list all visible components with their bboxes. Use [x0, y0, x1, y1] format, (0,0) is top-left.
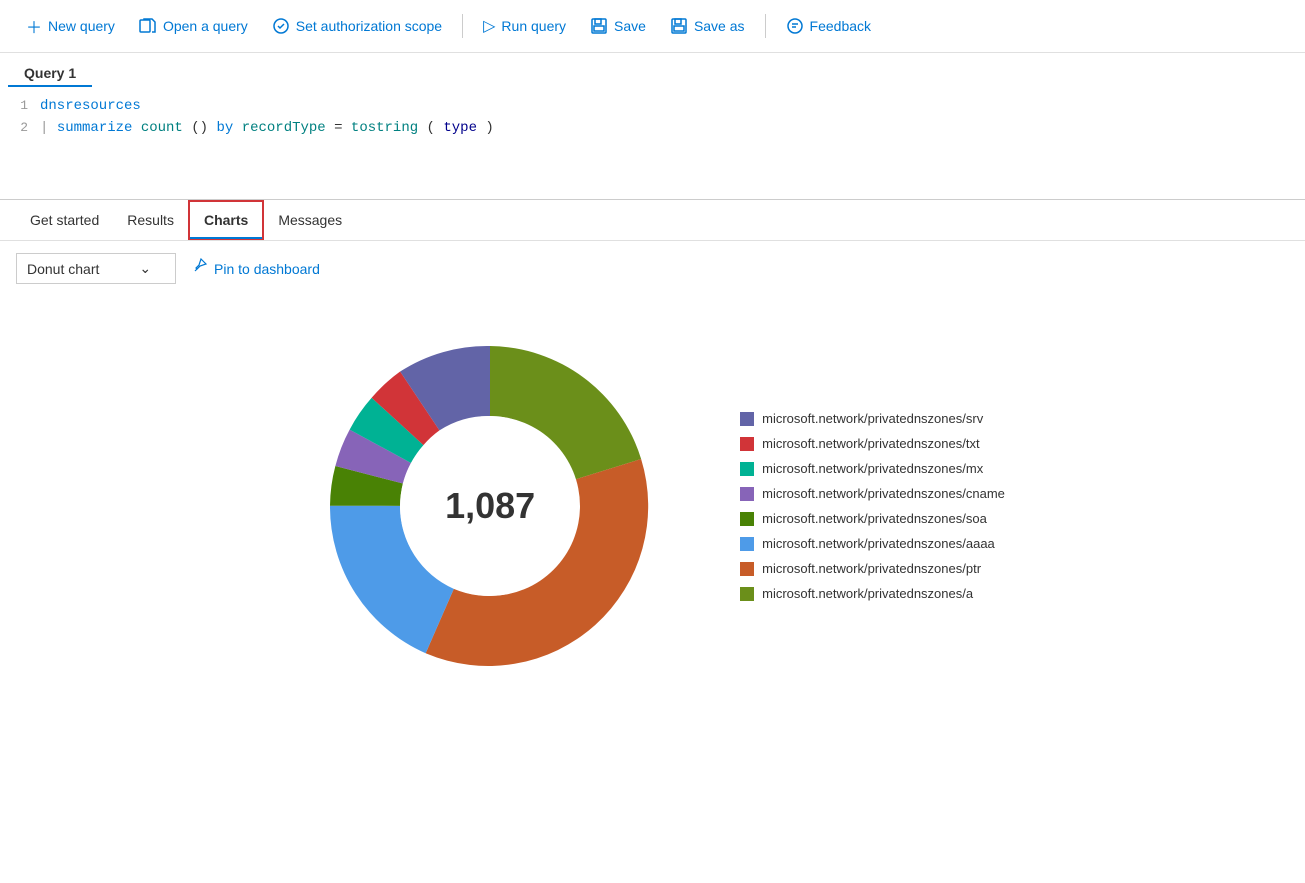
- pin-icon: [192, 258, 208, 279]
- legend-item: microsoft.network/privatednszones/mx: [740, 461, 1005, 476]
- save-as-icon: [670, 17, 688, 35]
- save-icon: [590, 17, 608, 35]
- tabs-bar: Get started Results Charts Messages: [0, 200, 1305, 241]
- separator-2: [765, 14, 766, 38]
- feedback-icon: [786, 17, 804, 35]
- legend-item: microsoft.network/privatednszones/txt: [740, 436, 1005, 451]
- legend-color-swatch: [740, 412, 754, 426]
- new-query-icon: ＋: [26, 14, 42, 38]
- separator-1: [462, 14, 463, 38]
- legend-label: microsoft.network/privatednszones/txt: [762, 436, 979, 451]
- code-line-2: 2 | summarize count () by recordType = t…: [0, 117, 1305, 139]
- chart-legend: microsoft.network/privatednszones/srv mic…: [740, 411, 1005, 601]
- legend-color-swatch: [740, 537, 754, 551]
- code-line-1: 1 dnsresources: [0, 95, 1305, 117]
- tab-charts[interactable]: Charts: [188, 200, 264, 240]
- legend-color-swatch: [740, 487, 754, 501]
- legend-color-swatch: [740, 562, 754, 576]
- save-as-button[interactable]: Save as: [660, 11, 755, 41]
- chart-area: 1,087 microsoft.network/privatednszones/…: [0, 296, 1305, 716]
- query-title: Query 1: [8, 57, 92, 87]
- open-query-button[interactable]: Open a query: [129, 11, 258, 41]
- toolbar: ＋ New query Open a query Set authorizati…: [0, 0, 1305, 53]
- tab-get-started[interactable]: Get started: [16, 202, 113, 238]
- legend-item: microsoft.network/privatednszones/srv: [740, 411, 1005, 426]
- legend-label: microsoft.network/privatednszones/ptr: [762, 561, 981, 576]
- pin-to-dashboard-button[interactable]: Pin to dashboard: [192, 258, 320, 279]
- legend-label: microsoft.network/privatednszones/aaaa: [762, 536, 995, 551]
- donut-chart: 1,087: [300, 316, 680, 696]
- legend-color-swatch: [740, 587, 754, 601]
- legend-label: microsoft.network/privatednszones/a: [762, 586, 973, 601]
- legend-label: microsoft.network/privatednszones/mx: [762, 461, 983, 476]
- legend-item: microsoft.network/privatednszones/ptr: [740, 561, 1005, 576]
- legend-label: microsoft.network/privatednszones/srv: [762, 411, 983, 426]
- legend-color-swatch: [740, 512, 754, 526]
- line-number-1: 1: [0, 95, 40, 117]
- legend-item: microsoft.network/privatednszones/cname: [740, 486, 1005, 501]
- code-text-1: dnsresources: [40, 95, 141, 117]
- legend-item: microsoft.network/privatednszones/soa: [740, 511, 1005, 526]
- tab-results[interactable]: Results: [113, 202, 188, 238]
- chart-controls: Donut chart ⌄ Pin to dashboard: [0, 241, 1305, 296]
- donut-center-value: 1,087: [445, 485, 535, 527]
- code-text-2: | summarize count () by recordType = tos…: [40, 117, 494, 139]
- legend-label: microsoft.network/privatednszones/cname: [762, 486, 1005, 501]
- legend-color-swatch: [740, 437, 754, 451]
- new-query-button[interactable]: ＋ New query: [16, 8, 125, 44]
- legend-color-swatch: [740, 462, 754, 476]
- open-query-icon: [139, 17, 157, 35]
- run-query-icon: ▷: [483, 16, 495, 36]
- feedback-button[interactable]: Feedback: [776, 11, 881, 41]
- line-number-2: 2: [0, 117, 40, 139]
- chevron-down-icon: ⌄: [139, 260, 151, 277]
- chart-type-dropdown[interactable]: Donut chart ⌄: [16, 253, 176, 284]
- set-auth-icon: [272, 17, 290, 35]
- run-query-button[interactable]: ▷ Run query: [473, 10, 576, 42]
- legend-label: microsoft.network/privatednszones/soa: [762, 511, 987, 526]
- save-button[interactable]: Save: [580, 11, 656, 41]
- tab-messages[interactable]: Messages: [264, 202, 356, 238]
- set-auth-button[interactable]: Set authorization scope: [262, 11, 452, 41]
- query-container: Query 1 1 dnsresources 2 | summarize cou…: [0, 53, 1305, 200]
- legend-item: microsoft.network/privatednszones/a: [740, 586, 1005, 601]
- legend-item: microsoft.network/privatednszones/aaaa: [740, 536, 1005, 551]
- code-editor[interactable]: 1 dnsresources 2 | summarize count () by…: [0, 87, 1305, 199]
